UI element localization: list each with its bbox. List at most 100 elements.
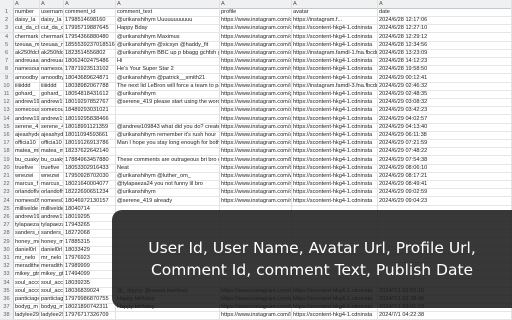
cell-comment-id[interactable]: 18038982067788 xyxy=(64,81,116,90)
cell-comment-id[interactable]: 18019126913786 xyxy=(64,139,116,148)
cell-number[interactable]: wnezwi xyxy=(14,172,40,180)
cell-profile[interactable]: profile xyxy=(220,8,292,16)
cell-number[interactable]: ak250fdch xyxy=(14,49,40,57)
cell-avatar[interactable]: https://instagram.famdl-1.fna.fbcdn xyxy=(292,49,378,57)
cell-username[interactable]: chermark xyxy=(40,32,64,41)
cell-username[interactable]: somecouse xyxy=(40,106,64,115)
row-number[interactable]: 38 xyxy=(0,311,14,320)
cell-avatar[interactable]: https://scontent-hkg4-1.cdninsta xyxy=(292,90,378,98)
cell-number[interactable]: mr_nelo xyxy=(14,254,40,262)
cell-number[interactable]: sanders_m xyxy=(14,229,40,238)
cell-number[interactable]: nomees09 xyxy=(14,196,40,205)
cell-number[interactable]: truefive xyxy=(14,163,40,172)
row-number[interactable]: 13 xyxy=(0,106,14,115)
cell-number[interactable]: marcus_f xyxy=(14,180,40,189)
cell-date[interactable]: 2024/7/1 04:22:38 xyxy=(378,311,512,320)
cell-profile[interactable]: https://www.instagram.com/namesourcq xyxy=(220,65,292,74)
cell-profile[interactable]: https://www.instagram.com/bu_cuaky xyxy=(220,155,292,164)
cell-comment-id[interactable]: 18054818431612 xyxy=(64,90,116,98)
row-number[interactable]: 37 xyxy=(0,303,14,312)
row-number[interactable]: 16 xyxy=(0,131,14,139)
cell-profile[interactable]: https://www.instagram.com/truefive xyxy=(220,163,292,172)
cell-number[interactable]: number xyxy=(14,8,40,16)
cell-date[interactable]: 2024/6/29 08:49:41 xyxy=(378,180,512,189)
cell-comment-text[interactable]: @serene_419 please start using the word xyxy=(116,98,220,107)
cell-username[interactable]: tylapaeza xyxy=(40,221,64,230)
row-number[interactable]: 8 xyxy=(0,65,14,74)
cell-avatar[interactable]: https://scontent-hkg4-1.cdninsta xyxy=(292,155,378,164)
cell-comment-text[interactable] xyxy=(116,311,220,320)
cell-comment-id[interactable]: comment_id xyxy=(64,8,116,16)
cell-date[interactable]: 2024/6/28 13:23:09 xyxy=(378,49,512,57)
cell-profile[interactable]: https://www.instagram.com/ladylee29 xyxy=(220,311,292,320)
cell-number[interactable]: andrew19 xyxy=(14,98,40,107)
row-number[interactable]: 14 xyxy=(0,114,14,123)
cell-profile[interactable]: https://www.instagram.com/iiiiiddd xyxy=(220,81,292,90)
cell-username[interactable]: panticiagen xyxy=(40,295,64,303)
cell-comment-id[interactable]: 18043689624871 xyxy=(64,73,116,82)
row-number[interactable]: 27 xyxy=(0,221,14,230)
cell-comment-id[interactable]: 1823514556802 xyxy=(64,49,116,57)
cell-username[interactable]: namesourcq xyxy=(40,65,64,74)
cell-date[interactable]: 2024/6/29 07:21:59 xyxy=(378,139,512,148)
cell-date[interactable]: 2024/6/29 07:48:22 xyxy=(378,147,512,156)
cell-number[interactable]: andreuaa xyxy=(14,57,40,66)
cell-comment-id[interactable]: 18046972130157 xyxy=(64,196,116,205)
row-number[interactable]: 34 xyxy=(0,278,14,287)
cell-comment-text[interactable]: @urikanshihym @patrick__smith21 xyxy=(116,73,220,82)
cell-number[interactable]: iiiiiddd xyxy=(14,81,40,90)
cell-comment-text[interactable]: @urikanshihym @sicsyn @haddy_fit xyxy=(116,40,220,49)
cell-comment-id[interactable]: 17884963457880 xyxy=(64,155,116,164)
cell-comment-id[interactable]: 18489293031021 xyxy=(64,106,116,115)
cell-comment-text[interactable]: These comments are outrageous bri bro ce… xyxy=(116,155,220,164)
cell-username[interactable]: andrew19 xyxy=(40,114,64,123)
row-number[interactable]: 20 xyxy=(0,163,14,172)
cell-comment-id[interactable]: 18018991121359 xyxy=(64,122,116,131)
cell-comment-text[interactable]: @urikanshihym xyxy=(116,90,220,98)
cell-comment-id[interactable]: 18039235 xyxy=(64,278,116,287)
cell-avatar[interactable]: https://scontent-hkg4-1.cdninsta xyxy=(292,24,378,33)
row-number[interactable]: 23 xyxy=(0,188,14,197)
row-number[interactable]: 3 xyxy=(0,24,14,33)
cell-comment-id[interactable]: 18021640004077 xyxy=(64,180,116,189)
cell-number[interactable]: orlandoflv xyxy=(14,188,40,197)
cell-profile[interactable]: https://www.instagram.com/wnezwi xyxy=(220,172,292,180)
row-number[interactable]: 12 xyxy=(0,98,14,107)
row-number[interactable]: 11 xyxy=(0,90,14,98)
cell-avatar[interactable]: https://scontent-hkg4-1.cdninsta xyxy=(292,32,378,41)
cell-comment-id[interactable]: 17976717326709 xyxy=(64,311,116,320)
cell-comment-id[interactable]: 18222690651234 xyxy=(64,188,116,197)
cell-number[interactable]: ladylee29 xyxy=(14,311,40,320)
row-number[interactable]: 18 xyxy=(0,147,14,156)
column-header-f[interactable]: A xyxy=(292,0,378,8)
row-number[interactable]: 28 xyxy=(0,229,14,238)
cell-comment-id[interactable]: 18272068 xyxy=(64,229,116,238)
cell-profile[interactable]: https://www.instagram.com/cut_da_cl xyxy=(220,24,292,33)
cell-comment-text[interactable]: He's Your Super Star 2 xyxy=(116,65,220,74)
cell-date[interactable]: 2024/6/29 00:12:41 xyxy=(378,73,512,82)
cell-username[interactable]: mr_nelo xyxy=(40,254,64,262)
cell-date[interactable]: 2024/6/29 07:54:38 xyxy=(378,155,512,164)
row-number[interactable]: 15 xyxy=(0,122,14,131)
cell-comment-id[interactable]: 18062402475486 xyxy=(64,57,116,66)
cell-username[interactable]: daisy_la xyxy=(40,16,64,25)
cell-date[interactable]: 2024/6/29 09:04:23 xyxy=(378,196,512,205)
cell-username[interactable]: marcus_f xyxy=(40,180,64,189)
cell-comment-id[interactable]: 18040714 xyxy=(64,204,116,213)
row-number[interactable]: 5 xyxy=(0,40,14,49)
cell-date[interactable]: 2024/6/28 19:58:50 xyxy=(378,65,512,74)
cell-comment-text[interactable]: @urikanshihym Uuuuuuuuuuu xyxy=(116,16,220,25)
cell-number[interactable]: officia10 xyxy=(14,139,40,148)
cell-username[interactable]: daniel0rl xyxy=(40,245,64,254)
cell-comment-text[interactable]: @urikanshihym xyxy=(116,188,220,197)
row-number[interactable]: 32 xyxy=(0,262,14,271)
cell-comment-id[interactable]: 17979986870755 xyxy=(64,295,116,303)
cell-profile[interactable]: https://www.instagram.com/ak250fdch xyxy=(220,49,292,57)
cell-comment-id[interactable]: 18019297852767 xyxy=(64,98,116,107)
cell-number[interactable]: andrew19 xyxy=(14,114,40,123)
cell-comment-text[interactable]: comment_text xyxy=(116,8,220,16)
cell-comment-text[interactable]: @urikanshihym Maximus xyxy=(116,32,220,41)
cell-number[interactable]: millivelde xyxy=(14,204,40,213)
cell-number[interactable]: cut_da_cl xyxy=(14,24,40,33)
cell-profile[interactable]: https://www.instagram.com/ajeashyde xyxy=(220,131,292,139)
